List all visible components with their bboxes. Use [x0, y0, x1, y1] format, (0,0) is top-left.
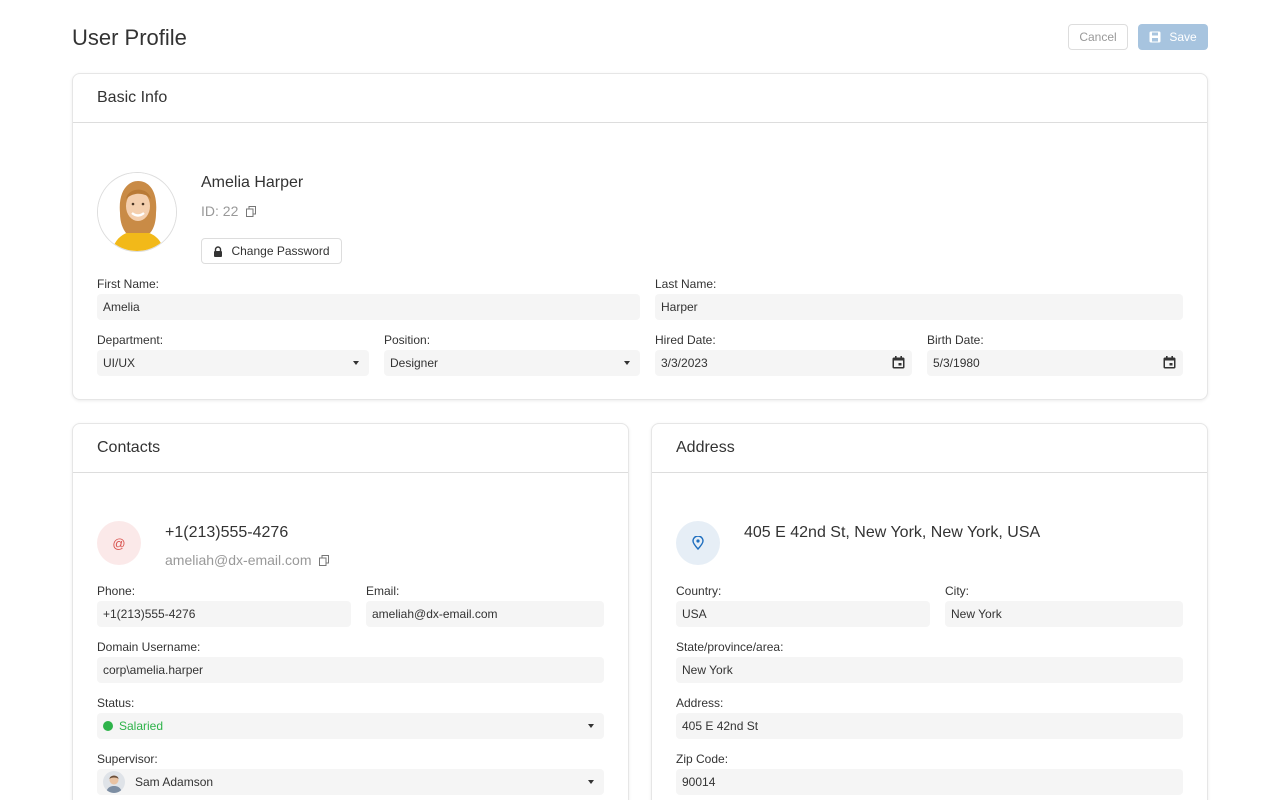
- supervisor-value: Sam Adamson: [135, 775, 214, 789]
- status-label: Status:: [97, 696, 135, 710]
- address-card: Address 405 E 42nd St, New York, New Yor…: [651, 423, 1208, 800]
- hired-date-value: 3/3/2023: [661, 356, 708, 370]
- profile-name: Amelia Harper: [201, 174, 304, 191]
- domain-username-label: Domain Username:: [97, 640, 201, 654]
- profile-id-text: ID: 22: [201, 203, 239, 219]
- address-field[interactable]: 405 E 42nd St: [676, 713, 1183, 739]
- avatar: [97, 172, 177, 252]
- domain-username-field[interactable]: corp\amelia.harper: [97, 657, 604, 683]
- state-label: State/province/area:: [676, 640, 784, 654]
- contacts-card: Contacts @ +1(213)555-4276 ameliah@dx-em…: [72, 423, 629, 800]
- page-title: User Profile: [72, 25, 187, 50]
- country-label: Country:: [676, 584, 722, 598]
- profile-id: ID: 22: [201, 203, 257, 219]
- contacts-title: Contacts: [73, 424, 628, 473]
- status-dot-icon: [103, 721, 113, 731]
- basic-info-title: Basic Info: [73, 74, 1207, 123]
- change-password-button[interactable]: Change Password: [201, 238, 342, 264]
- chevron-down-icon[interactable]: [588, 724, 594, 728]
- primary-email-text: ameliah@dx-email.com: [165, 552, 312, 568]
- full-address: 405 E 42nd St, New York, New York, USA: [744, 524, 1041, 541]
- department-select[interactable]: UI/UX: [97, 350, 369, 376]
- zip-code-field[interactable]: 90014: [676, 769, 1183, 795]
- last-name-label: Last Name:: [655, 277, 717, 291]
- phone-label: Phone:: [97, 584, 136, 598]
- chevron-down-icon[interactable]: [588, 780, 594, 784]
- at-sign-icon: @: [97, 521, 141, 565]
- email-field[interactable]: ameliah@dx-email.com: [366, 601, 604, 627]
- country-field[interactable]: USA: [676, 601, 930, 627]
- hired-date-field[interactable]: 3/3/2023: [655, 350, 912, 376]
- birth-date-field[interactable]: 5/3/1980: [927, 350, 1183, 376]
- map-pin-icon: [676, 521, 720, 565]
- basic-info-card: Basic Info Amelia Harper ID: 22 Change P…: [72, 73, 1208, 400]
- birth-date-label: Birth Date:: [927, 333, 984, 347]
- first-name-label: First Name:: [97, 277, 160, 291]
- status-value: Salaried: [119, 719, 164, 733]
- calendar-icon[interactable]: [1163, 356, 1176, 369]
- chevron-down-icon[interactable]: [624, 361, 630, 365]
- department-label: Department:: [97, 333, 164, 347]
- lock-icon: [214, 245, 223, 257]
- position-label: Position:: [384, 333, 431, 347]
- first-name-field[interactable]: Amelia: [97, 294, 640, 320]
- change-password-label: Change Password: [231, 244, 330, 258]
- supervisor-avatar: [103, 771, 125, 793]
- state-field[interactable]: New York: [676, 657, 1183, 683]
- floppy-disk-icon: [1149, 31, 1161, 43]
- last-name-field[interactable]: Harper: [655, 294, 1183, 320]
- calendar-icon[interactable]: [892, 356, 905, 369]
- position-value: Designer: [390, 356, 439, 370]
- save-button[interactable]: Save: [1138, 24, 1208, 50]
- city-field[interactable]: New York: [945, 601, 1183, 627]
- supervisor-select[interactable]: Sam Adamson: [97, 769, 604, 795]
- phone-field[interactable]: +1(213)555-4276: [97, 601, 351, 627]
- copy-icon[interactable]: [246, 205, 257, 217]
- department-value: UI/UX: [103, 356, 136, 370]
- city-label: City:: [945, 584, 969, 598]
- email-label: Email:: [366, 584, 400, 598]
- address-label: Address:: [676, 696, 724, 710]
- status-select[interactable]: Salaried: [97, 713, 604, 739]
- at-sign-glyph: @: [112, 535, 126, 551]
- address-title: Address: [652, 424, 1207, 473]
- chevron-down-icon[interactable]: [353, 361, 359, 365]
- position-select[interactable]: Designer: [384, 350, 640, 376]
- hired-date-label: Hired Date:: [655, 333, 716, 347]
- copy-icon[interactable]: [319, 554, 330, 566]
- primary-phone: +1(213)555-4276: [165, 524, 289, 541]
- primary-email: ameliah@dx-email.com: [165, 552, 330, 568]
- supervisor-label: Supervisor:: [97, 752, 158, 766]
- save-button-label: Save: [1169, 30, 1197, 44]
- birth-date-value: 5/3/1980: [933, 356, 980, 370]
- cancel-button[interactable]: Cancel: [1068, 24, 1128, 50]
- zip-code-label: Zip Code:: [676, 752, 729, 766]
